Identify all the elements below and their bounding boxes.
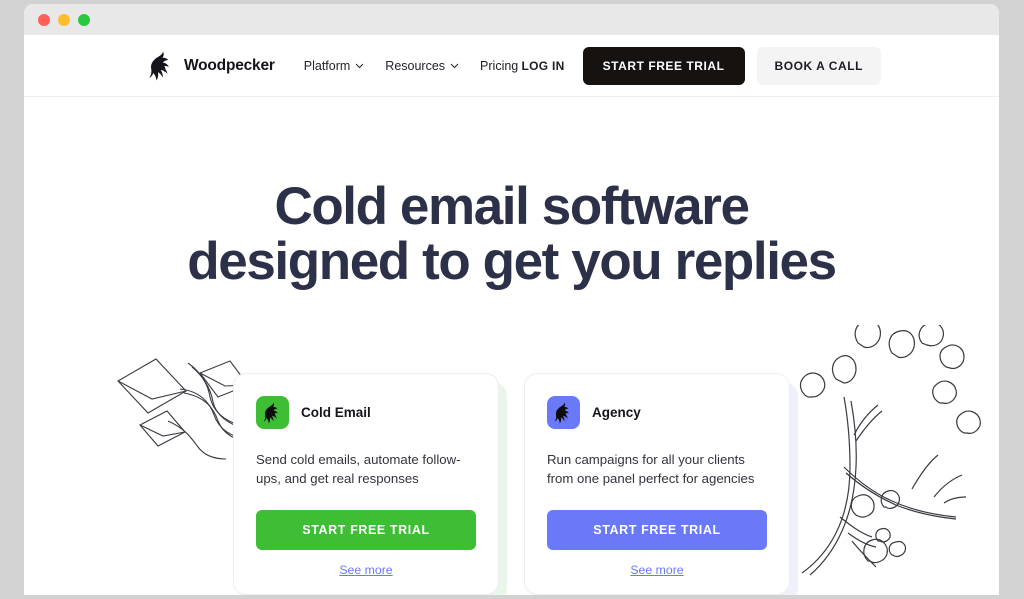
card-title: Agency [592,405,641,420]
card-body: Cold Email Send cold emails, automate fo… [233,373,499,595]
card-start-free-trial-button[interactable]: START FREE TRIAL [256,509,476,550]
card-header: Agency [547,396,767,429]
nav-item-label: Resources [385,58,446,73]
main-nav: Platform Resources Pricing [304,59,519,73]
woodpecker-bird-logo-icon [149,51,169,81]
headline-line-1: Cold email software [274,177,749,236]
card-start-free-trial-button[interactable]: START FREE TRIAL [547,509,767,550]
chevron-down-icon [355,63,364,68]
card-cold-email: Cold Email Send cold emails, automate fo… [233,373,507,595]
card-body: Agency Run campaigns for all your client… [524,373,790,595]
browser-window: Woodpecker Platform Resources Pricing LO… [24,4,999,595]
header-actions: LOG IN START FREE TRIAL BOOK A CALL [521,46,881,85]
nav-item-platform[interactable]: Platform [304,59,365,73]
plan-cards: Cold Email Send cold emails, automate fo… [24,373,999,595]
card-title: Cold Email [301,405,371,420]
close-window-button[interactable] [38,13,50,26]
login-link[interactable]: LOG IN [521,59,564,73]
nav-item-resources[interactable]: Resources [385,59,459,73]
card-description: Send cold emails, automate follow-ups, a… [256,452,461,487]
minimize-window-button[interactable] [58,13,70,26]
page-title: Cold email software designed to get you … [24,179,999,289]
woodpecker-bird-logo-icon [547,396,580,429]
hero-section: Cold email software designed to get you … [24,97,999,595]
woodpecker-bird-logo-icon [256,396,289,429]
headline-line-2: designed to get you replies [187,232,837,292]
maximize-window-button[interactable] [78,13,90,26]
chevron-down-icon [450,63,459,68]
see-more-link[interactable]: See more [547,563,767,577]
nav-item-label: Platform [303,58,351,73]
card-description: Run campaigns for all your clients from … [547,452,755,487]
brand-name: Woodpecker [184,56,275,74]
browser-titlebar [24,4,999,35]
card-header: Cold Email [256,396,476,429]
nav-item-label: Pricing [480,58,519,73]
card-agency: Agency Run campaigns for all your client… [524,373,798,595]
book-a-call-button[interactable]: BOOK A CALL [756,46,881,85]
page-viewport: Woodpecker Platform Resources Pricing LO… [24,35,999,595]
site-header: Woodpecker Platform Resources Pricing LO… [24,35,999,97]
brand-logo-link[interactable]: Woodpecker [148,51,275,81]
nav-item-pricing[interactable]: Pricing [480,59,518,73]
start-free-trial-button[interactable]: START FREE TRIAL [582,46,745,85]
see-more-link[interactable]: See more [256,563,476,577]
